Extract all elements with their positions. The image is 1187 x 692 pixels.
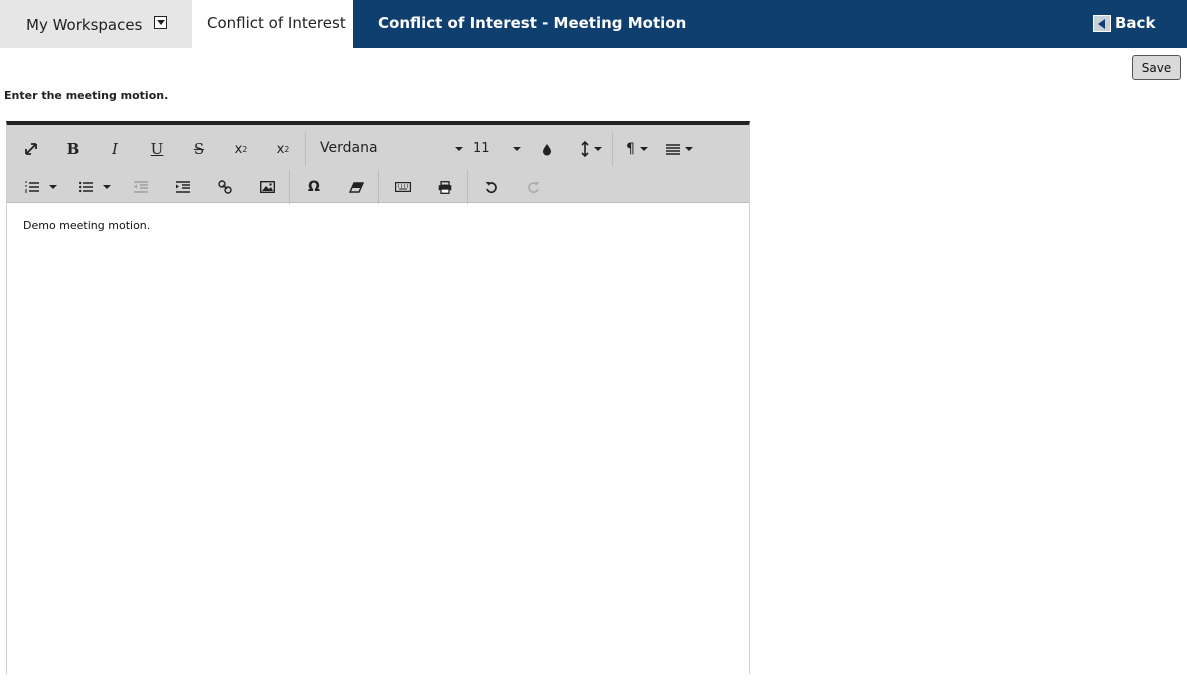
toolbar-separator	[378, 170, 379, 204]
align-icon[interactable]	[662, 135, 696, 163]
instruction-label: Enter the meeting motion.	[4, 89, 169, 102]
indent-icon[interactable]	[171, 173, 195, 201]
bold-icon[interactable]: B	[61, 135, 85, 163]
print-icon[interactable]	[433, 173, 457, 201]
page-title: Conflict of Interest - Meeting Motion	[378, 14, 687, 32]
back-arrow-icon	[1093, 14, 1111, 32]
outdent-icon[interactable]	[129, 173, 153, 201]
font-size-select[interactable]: 11	[473, 135, 521, 163]
editor-toolbar: B I U S x2 x2 Verdana 11 ¶ Ω	[7, 125, 749, 204]
font-family-value: Verdana	[320, 140, 378, 156]
editor-text: Demo meeting motion.	[23, 219, 151, 232]
tab-conflict-of-interest-label: Conflict of Interest	[207, 14, 346, 32]
dropdown-arrow-icon[interactable]	[154, 16, 167, 29]
back-button[interactable]: Back	[1093, 14, 1155, 32]
my-workspaces-menu[interactable]: My Workspaces	[0, 0, 192, 48]
subscript-icon[interactable]: x2	[229, 135, 253, 163]
line-height-icon[interactable]	[575, 135, 607, 163]
clear-formatting-icon[interactable]	[344, 173, 368, 201]
redo-icon[interactable]	[521, 173, 545, 201]
image-icon[interactable]	[255, 173, 279, 201]
toolbar-separator	[612, 132, 613, 166]
top-navigation-bar: My Workspaces Conflict of Interest Confl…	[0, 0, 1187, 48]
text-color-icon[interactable]	[537, 135, 557, 163]
italic-icon[interactable]: I	[103, 135, 127, 163]
keyboard-icon[interactable]	[391, 173, 415, 201]
special-characters-icon[interactable]: Ω	[302, 173, 326, 201]
rich-text-editor: B I U S x2 x2 Verdana 11 ¶ Ω Demo meetin…	[6, 121, 750, 674]
paragraph-format-icon[interactable]: ¶	[621, 135, 653, 163]
strikethrough-icon[interactable]: S	[187, 135, 211, 163]
superscript-icon[interactable]: x2	[271, 135, 295, 163]
font-size-value: 11	[473, 141, 490, 156]
ordered-list-icon[interactable]	[19, 173, 63, 201]
toolbar-separator	[289, 170, 290, 204]
toolbar-separator	[305, 132, 306, 166]
chevron-down-icon	[455, 147, 463, 151]
unordered-list-icon[interactable]	[73, 173, 117, 201]
underline-icon[interactable]: U	[145, 135, 169, 163]
undo-icon[interactable]	[479, 173, 503, 201]
editor-content-area[interactable]: Demo meeting motion.	[7, 204, 749, 674]
fullscreen-icon[interactable]	[19, 135, 43, 163]
link-icon[interactable]	[213, 173, 237, 201]
back-label: Back	[1115, 14, 1156, 32]
save-button[interactable]: Save	[1132, 55, 1181, 80]
font-family-select[interactable]: Verdana	[320, 135, 463, 163]
toolbar-separator	[467, 170, 468, 204]
tab-conflict-of-interest[interactable]: Conflict of Interest	[192, 0, 353, 48]
chevron-down-icon	[513, 147, 521, 151]
my-workspaces-label: My Workspaces	[26, 16, 143, 34]
